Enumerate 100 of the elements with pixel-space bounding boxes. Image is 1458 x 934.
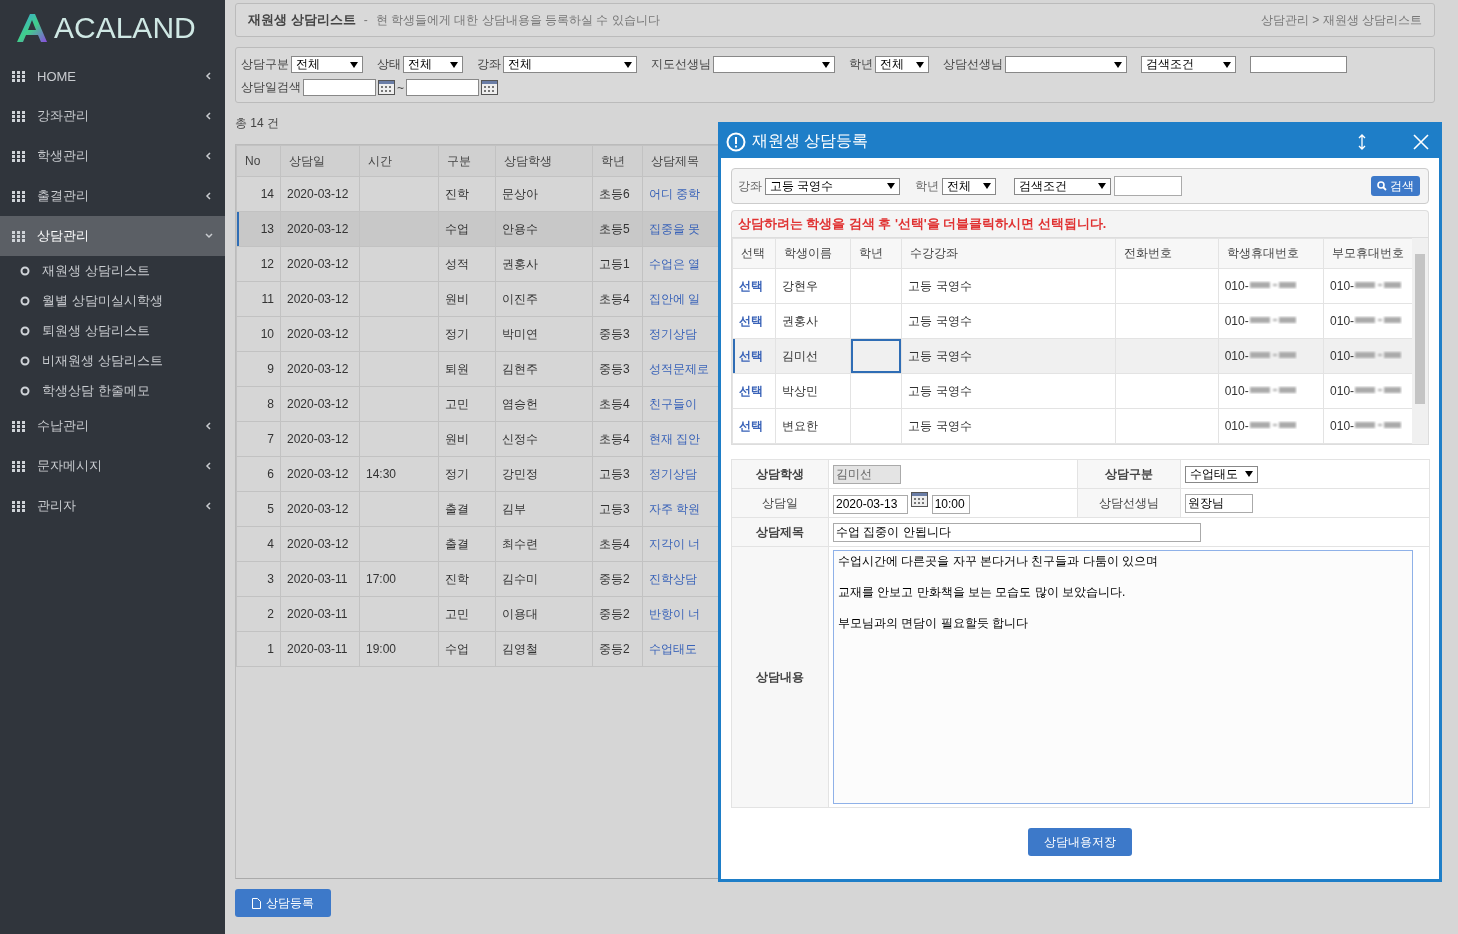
table-cell: 수업 — [438, 631, 496, 667]
column-header: No — [236, 145, 281, 177]
filter-dropdown[interactable]: 전체 — [875, 56, 929, 73]
table-cell: 중등3 — [592, 351, 643, 387]
register-button[interactable]: 상담등록 — [235, 889, 331, 917]
submenu-item[interactable]: 재원생 상담리스트 — [0, 256, 225, 286]
sidebar-item[interactable]: 출결관리 — [0, 176, 225, 216]
caret-icon — [1245, 471, 1253, 477]
table-cell: 중등2 — [592, 561, 643, 597]
select-link[interactable]: 선택 — [732, 268, 776, 304]
chevron-icon — [205, 462, 213, 470]
chevron-icon — [205, 72, 213, 80]
type-dropdown[interactable]: 수업태도 — [1185, 465, 1258, 483]
subject-field[interactable]: 수업 집중이 안됩니다 — [833, 522, 1201, 542]
scrollbar[interactable] — [1412, 238, 1428, 444]
search-field[interactable] — [1250, 56, 1347, 73]
filter-dropdown[interactable]: 전체 — [403, 56, 463, 73]
filter-dropdown[interactable]: 전체 — [503, 56, 637, 73]
teacher-field[interactable]: 원장님 — [1185, 493, 1253, 513]
table-cell: 14:30 — [359, 456, 439, 492]
table-cell: 변요한 — [775, 408, 851, 444]
submenu-item[interactable]: 학생상담 한줄메모 — [0, 376, 225, 406]
table-cell: 고민 — [438, 386, 496, 422]
info-icon — [726, 131, 746, 152]
phone-text: 010- — [1330, 419, 1355, 433]
table-cell: 3 — [236, 561, 281, 597]
sidebar-item[interactable]: 상담관리 — [0, 216, 225, 256]
condition-dropdown[interactable]: 검색조건 — [1014, 177, 1111, 195]
sidebar-item[interactable]: 문자메시지 — [0, 446, 225, 486]
redaction-mark — [1248, 280, 1297, 290]
table-cell: 8 — [236, 386, 281, 422]
sidebar-item[interactable]: 수납관리 — [0, 406, 225, 446]
table-cell: 최수련 — [495, 526, 593, 562]
table-cell: 김부 — [495, 491, 593, 527]
grade-dropdown[interactable]: 전체 — [942, 177, 996, 195]
resize-icon[interactable] — [1357, 133, 1367, 150]
phone-text: 010- — [1330, 349, 1355, 363]
filter-dropdown[interactable]: 전체 — [291, 56, 363, 73]
filter-dropdown[interactable] — [1005, 56, 1127, 73]
table-cell: 초등4 — [592, 526, 643, 562]
table-cell: 출결 — [438, 526, 496, 562]
search-field[interactable] — [1114, 176, 1182, 196]
save-button[interactable]: 상담내용저장 — [1028, 828, 1132, 856]
chevron-icon — [205, 422, 213, 430]
range-separator: ~ — [397, 80, 404, 95]
table-cell: 17:00 — [359, 561, 439, 597]
select-link[interactable]: 선택 — [732, 373, 776, 409]
table-cell: 11 — [236, 281, 281, 317]
table-cell: 고등 국영수 — [901, 268, 1116, 304]
table-cell: 문상아 — [495, 176, 593, 212]
table-cell: 2020-03-11 — [280, 631, 360, 667]
chevron-icon — [205, 112, 213, 120]
notice-text: 상담하려는 학생을 검색 후 '선택'을 더블클릭하시면 선택됩니다. — [738, 215, 1107, 233]
field-label: 상담학생 — [731, 459, 829, 489]
table-cell: 2020-03-12 — [280, 526, 360, 562]
document-icon — [252, 897, 261, 909]
table-cell: 4 — [236, 526, 281, 562]
filter-dropdown[interactable] — [713, 56, 835, 73]
table-cell: 고등 국영수 — [901, 338, 1116, 374]
select-link[interactable]: 선택 — [732, 408, 776, 444]
select-link[interactable]: 선택 — [732, 338, 776, 374]
sidebar-item[interactable]: 관리자 — [0, 486, 225, 526]
content-field[interactable]: 수업시간에 다른곳을 자꾸 본다거나 친구들과 다툼이 있으며 교재를 안보고 만화책을 보는 모습도 많이 보았습니다. 부모님과의 면담이 필요할듯 합니다 — [833, 550, 1413, 804]
phone-text: 010- — [1224, 419, 1249, 433]
table-cell: 2020-03-12 — [280, 281, 360, 317]
calendar-icon[interactable] — [378, 80, 395, 95]
sidebar-item[interactable]: HOME — [0, 56, 225, 96]
sidebar-item[interactable]: 강좌관리 — [0, 96, 225, 136]
filter-label: 지도선생님 — [651, 56, 711, 73]
redaction-mark — [1354, 385, 1403, 395]
caret-icon — [1098, 183, 1106, 189]
table-cell: 초등4 — [592, 421, 643, 457]
submenu-item[interactable]: 비재원생 상담리스트 — [0, 346, 225, 376]
table-cell: 2020-03-12 — [280, 176, 360, 212]
table-cell: 고등1 — [592, 246, 643, 282]
submenu-item[interactable]: 퇴원생 상담리스트 — [0, 316, 225, 346]
table-cell: 5 — [236, 491, 281, 527]
calendar-icon[interactable] — [481, 80, 498, 95]
date-field[interactable] — [406, 79, 479, 96]
date-field[interactable]: 2020-03-13 — [833, 494, 908, 514]
grid-icon — [12, 190, 25, 202]
dialog-title: 재원생 상담등록 — [752, 131, 870, 151]
time-field[interactable]: 10:00 — [931, 494, 970, 514]
chevron-icon — [205, 232, 213, 240]
submenu-item[interactable]: 월별 상담미실시학생 — [0, 286, 225, 316]
select-link[interactable]: 선택 — [732, 303, 776, 339]
close-icon[interactable] — [1413, 133, 1429, 150]
phone-text: 010- — [1330, 384, 1355, 398]
separator-text: - — [363, 13, 368, 27]
filter-dropdown[interactable]: 검색조건 — [1141, 56, 1236, 73]
column-header: 학생이름 — [775, 238, 851, 269]
table-cell: 진학 — [438, 561, 496, 597]
course-dropdown[interactable]: 고등 국영수 — [765, 177, 900, 195]
search-button[interactable]: 검색 — [1371, 176, 1420, 196]
table-cell: 수업 — [438, 211, 496, 247]
calendar-icon[interactable] — [911, 492, 929, 508]
table-cell: 김현주 — [495, 351, 593, 387]
date-field[interactable] — [303, 79, 376, 96]
sidebar-item[interactable]: 학생관리 — [0, 136, 225, 176]
table-cell: 중등2 — [592, 596, 643, 632]
